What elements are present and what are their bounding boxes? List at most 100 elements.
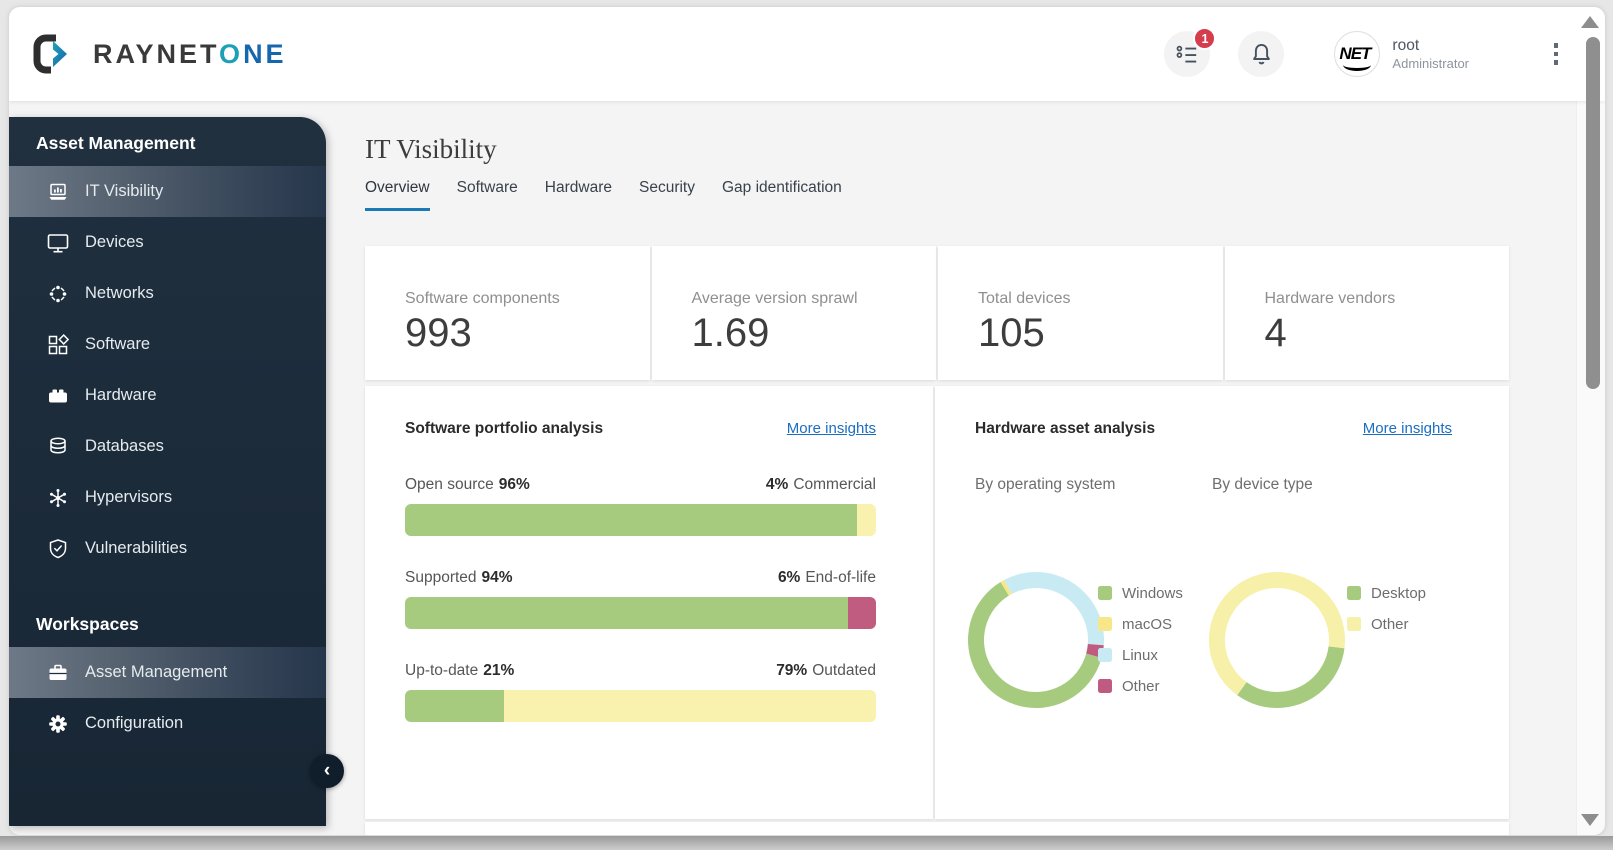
- stat-hardware-vendors: Hardware vendors 4: [1224, 246, 1509, 380]
- tab-overview[interactable]: Overview: [365, 179, 430, 211]
- stat-label: Average version sprawl: [691, 290, 858, 307]
- sidebar-item-asset-management[interactable]: Asset Management: [9, 647, 326, 698]
- sidebar-item-vulnerabilities[interactable]: Vulnerabilities: [9, 523, 326, 574]
- tab-hardware[interactable]: Hardware: [545, 179, 612, 211]
- sidebar-item-label: Networks: [85, 284, 154, 302]
- by-operating-system-label: By operating system: [975, 476, 1116, 493]
- more-insights-link[interactable]: More insights: [1363, 420, 1452, 437]
- network-nodes-icon: [46, 282, 70, 306]
- panel-title: Hardware asset analysis: [975, 420, 1156, 437]
- stat-average-version-sprawl: Average version sprawl 1.69: [651, 246, 936, 380]
- sidebar-item-devices[interactable]: Devices: [9, 217, 326, 268]
- bar-open-source-vs-commercial: Open source 96% 4% Commercial: [405, 476, 876, 536]
- stat-label: Software components: [405, 290, 560, 307]
- window-bottom-edge: [0, 836, 1613, 850]
- main-content: IT Visibility Overview Software Hardware…: [365, 131, 1509, 835]
- sidebar-item-label: Configuration: [85, 714, 184, 732]
- scrollbar-up-arrow[interactable]: [1581, 16, 1599, 28]
- legend-swatch: [1347, 617, 1361, 631]
- legend-swatch: [1098, 586, 1112, 600]
- panel-title: Software portfolio analysis: [405, 420, 604, 437]
- bell-icon: [1253, 43, 1270, 64]
- sidebar-item-software[interactable]: Software: [9, 319, 326, 370]
- legend-swatch: [1347, 586, 1361, 600]
- legend-item: Linux: [1098, 644, 1183, 666]
- os-donut-chart: [968, 572, 1104, 708]
- laptop-chart-icon: [46, 180, 70, 204]
- stat-software-components: Software components 993: [365, 246, 650, 380]
- stats-row: Software components 993 Average version …: [365, 246, 1509, 380]
- avatar: NET: [1334, 31, 1381, 77]
- stat-value: 4: [1264, 311, 1287, 355]
- sidebar-item-label: Hardware: [85, 386, 157, 404]
- tab-software[interactable]: Software: [457, 179, 518, 211]
- legend-item: Desktop: [1347, 582, 1426, 604]
- sidebar-item-databases[interactable]: Databases: [9, 421, 326, 472]
- legend-item: Other: [1347, 613, 1426, 635]
- logo-wordmark: RAYNETONE: [93, 38, 287, 69]
- chevron-left-icon: ‹: [323, 760, 331, 781]
- stat-value: 1.69: [691, 311, 770, 355]
- stat-value: 105: [978, 311, 1045, 355]
- legend-label: Other: [1371, 615, 1409, 633]
- sidebar-collapse-button[interactable]: ‹: [310, 754, 344, 788]
- software-portfolio-panel: Software portfolio analysis More insight…: [365, 386, 933, 819]
- legend-label: Linux: [1122, 646, 1158, 664]
- os-donut-legend: Windows macOS Linux Other: [1098, 582, 1183, 706]
- monitor-icon: [46, 231, 70, 255]
- hardware-asset-panel: Hardware asset analysis More insights By…: [935, 386, 1509, 819]
- sidebar-section-workspaces: Workspaces: [36, 614, 139, 634]
- sidebar-item-it-visibility[interactable]: IT Visibility: [9, 166, 326, 217]
- briefcase-icon: [46, 661, 70, 685]
- user-name: root: [1392, 37, 1420, 55]
- sidebar-item-label: Vulnerabilities: [85, 539, 188, 557]
- software-packages-icon: [46, 333, 70, 357]
- device-type-donut-legend: Desktop Other: [1347, 582, 1426, 644]
- tasks-button[interactable]: 1: [1164, 27, 1217, 77]
- raynetone-logo[interactable]: RAYNETONE: [33, 34, 287, 74]
- user-menu[interactable]: NET root Administrator: [1334, 31, 1469, 77]
- sidebar-section-asset-management: Asset Management: [36, 133, 196, 153]
- tab-bar: Overview Software Hardware Security Gap …: [365, 179, 1509, 211]
- legend-item: Other: [1098, 675, 1183, 697]
- next-row-peek: [365, 822, 1509, 835]
- sidebar-item-label: Hypervisors: [85, 488, 173, 506]
- bar-supported-vs-eol: Supported 94% 6% End-of-life: [405, 569, 876, 629]
- kebab-menu-icon[interactable]: [1547, 43, 1565, 65]
- legend-swatch: [1098, 648, 1112, 662]
- sidebar-item-label: Devices: [85, 233, 144, 251]
- page-title: IT Visibility: [365, 134, 497, 164]
- legend-label: Desktop: [1371, 584, 1427, 602]
- scrollbar-thumb[interactable]: [1586, 37, 1600, 389]
- app-window: RAYNETONE 1 NET root Administrator Asset…: [8, 6, 1606, 836]
- more-insights-link[interactable]: More insights: [787, 420, 876, 437]
- raynetone-logo-icon: [33, 34, 67, 74]
- sidebar-item-hypervisors[interactable]: Hypervisors: [9, 472, 326, 523]
- by-device-type-label: By device type: [1212, 476, 1313, 493]
- database-icon: [46, 435, 70, 459]
- hypervisor-hub-icon: [46, 486, 70, 510]
- notifications-button[interactable]: [1238, 31, 1285, 77]
- gear-icon: [46, 712, 70, 736]
- scrollbar-down-arrow[interactable]: [1581, 814, 1599, 826]
- legend-label: Windows: [1122, 584, 1183, 602]
- tab-security[interactable]: Security: [639, 179, 695, 211]
- legend-item: macOS: [1098, 613, 1183, 635]
- sidebar-item-label: IT Visibility: [85, 182, 164, 200]
- sidebar-item-configuration[interactable]: Configuration: [9, 698, 326, 749]
- legend-swatch: [1098, 617, 1112, 631]
- sidebar-item-label: Software: [85, 335, 151, 353]
- top-header: RAYNETONE 1 NET root Administrator: [9, 7, 1605, 101]
- tab-gap-identification[interactable]: Gap identification: [722, 179, 842, 211]
- hardware-brick-icon: [46, 384, 70, 408]
- bar-uptodate-vs-outdated: Up-to-date 21% 79% Outdated: [405, 662, 876, 722]
- legend-swatch: [1098, 679, 1112, 693]
- stat-total-devices: Total devices 105: [938, 246, 1223, 380]
- sidebar-item-label: Databases: [85, 437, 164, 455]
- stacked-bars: Open source 96% 4% Commercial Supported 94%…: [405, 476, 876, 722]
- sidebar-item-networks[interactable]: Networks: [9, 268, 326, 319]
- tasks-badge: 1: [1193, 27, 1217, 50]
- legend-item: Windows: [1098, 582, 1183, 604]
- stat-value: 993: [405, 311, 472, 355]
- sidebar-item-hardware[interactable]: Hardware: [9, 370, 326, 421]
